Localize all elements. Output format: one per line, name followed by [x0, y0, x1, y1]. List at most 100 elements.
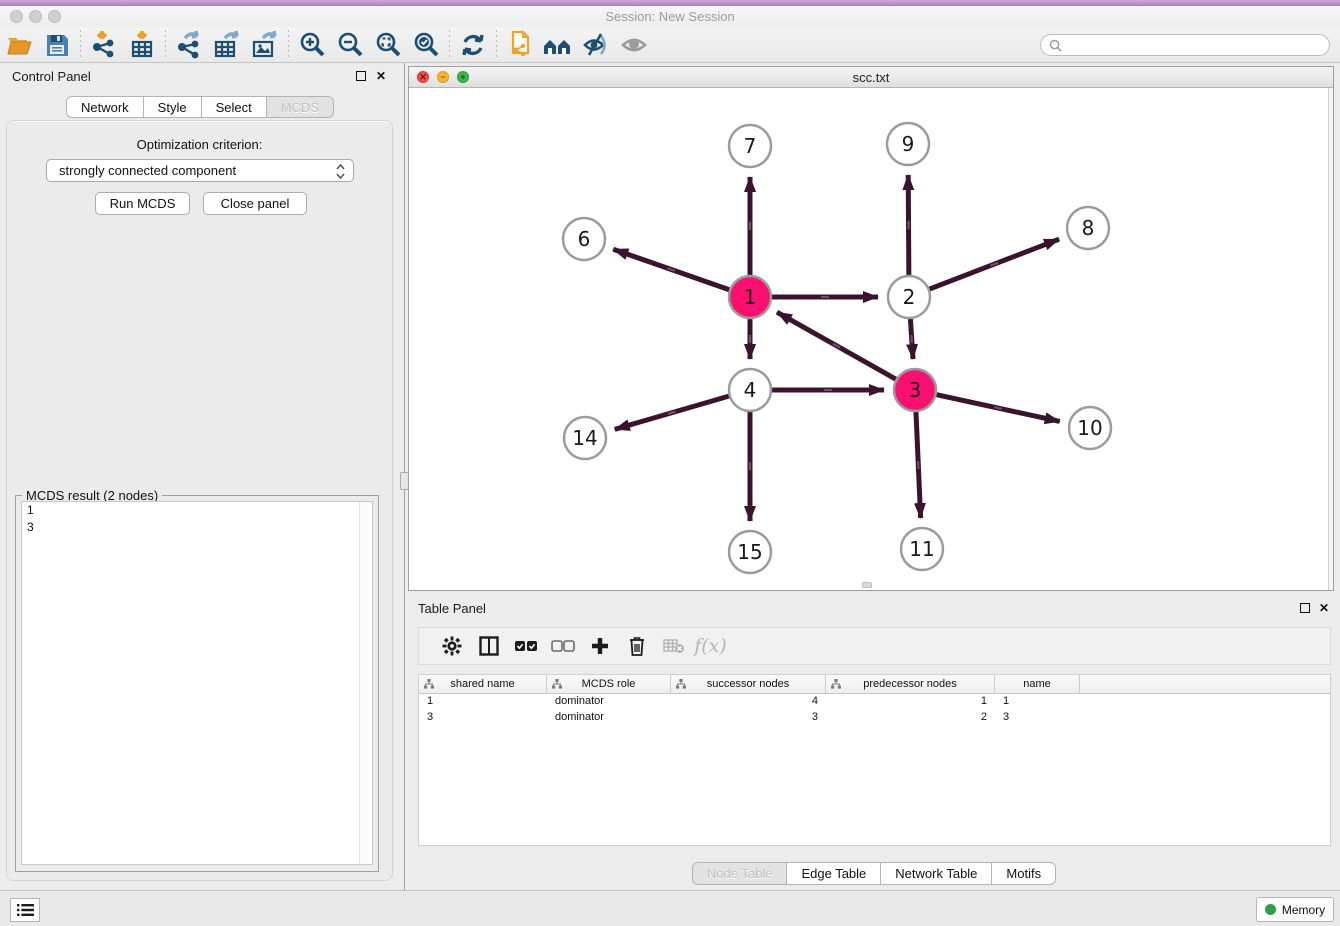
memory-status-dot [1265, 904, 1276, 915]
table-cell[interactable]: dominator [547, 694, 671, 710]
open-session-icon[interactable] [0, 29, 38, 61]
tab-motifs[interactable]: Motifs [991, 862, 1056, 885]
table-panel: Table Panel ✕ [408, 595, 1340, 888]
mcds-result-list[interactable]: 13 [21, 501, 373, 865]
graph-node-label-3: 3 [909, 378, 922, 402]
toolbar-separator [288, 30, 289, 60]
clone-network-icon[interactable] [501, 29, 539, 61]
status-bar: Memory [0, 890, 1340, 926]
tab-mcds[interactable]: MCDS [266, 96, 334, 118]
optimization-criterion-value: strongly connected component [59, 163, 236, 178]
column-header-shared-name[interactable]: shared name [419, 675, 547, 693]
optimization-criterion-label: Optimization criterion: [7, 137, 392, 152]
table-panel-title: Table Panel [418, 601, 486, 616]
table-row[interactable]: 1dominator411 [419, 694, 1330, 710]
tab-edge-table[interactable]: Edge Table [786, 862, 881, 885]
delete-column-icon[interactable] [618, 631, 655, 661]
apply-layout-icon[interactable] [454, 29, 492, 61]
graph-node-label-6: 6 [578, 227, 591, 251]
mcds-panel: Optimization criterion: strongly connect… [6, 120, 393, 881]
close-table-panel-icon[interactable]: ✕ [1317, 601, 1331, 615]
select-all-icon[interactable] [507, 631, 544, 661]
hide-details-icon[interactable] [577, 29, 615, 61]
list-icon [17, 903, 34, 917]
dropdown-stepper-icon [335, 163, 346, 180]
tab-style[interactable]: Style [143, 96, 202, 118]
control-panel-tabs: NetworkStyleSelectMCDS [0, 96, 400, 118]
toolbar-separator [165, 30, 166, 60]
graph-node-label-14: 14 [572, 426, 597, 450]
show-details-icon[interactable] [615, 29, 653, 61]
column-label: MCDS role [582, 678, 636, 690]
table-cell[interactable]: 3 [419, 710, 547, 726]
zoom-in-icon[interactable] [293, 29, 331, 61]
network-canvas[interactable]: 1234678910111415 [409, 88, 1333, 590]
deselect-all-icon[interactable] [544, 631, 581, 661]
application-window: Session: New Session [0, 0, 1340, 926]
result-line: 3 [22, 519, 372, 536]
search-input[interactable] [1062, 38, 1329, 52]
table-cell[interactable]: 1 [826, 694, 995, 710]
export-network-icon[interactable] [170, 29, 208, 61]
task-history-button[interactable] [10, 898, 40, 922]
import-table-icon[interactable] [123, 29, 161, 61]
delete-table-icon[interactable] [655, 631, 692, 661]
graph-node-label-1: 1 [744, 285, 757, 309]
mcds-result-group: MCDS result (2 nodes) 13 [15, 495, 379, 872]
zoom-fit-icon[interactable] [369, 29, 407, 61]
graph-node-label-10: 10 [1077, 416, 1102, 440]
tab-network[interactable]: Network [66, 96, 144, 118]
main-toolbar [0, 27, 1340, 63]
tab-network-table[interactable]: Network Table [880, 862, 992, 885]
column-label: name [1023, 678, 1051, 690]
table-cell[interactable]: 2 [826, 710, 995, 726]
table-cell[interactable]: 1 [419, 694, 547, 710]
column-header-successor-nodes[interactable]: successor nodes [671, 675, 826, 693]
network-view-window: ✕ − + scc.txt 1234678910111415 [408, 66, 1334, 591]
graph-node-label-7: 7 [744, 134, 757, 158]
close-panel-icon[interactable]: ✕ [374, 69, 388, 83]
column-header-MCDS-role[interactable]: MCDS role [547, 675, 671, 693]
zoom-selected-icon[interactable] [407, 29, 445, 61]
float-table-panel-icon[interactable] [1300, 603, 1310, 613]
first-neighbors-icon[interactable] [539, 29, 577, 61]
add-column-icon[interactable] [581, 631, 618, 661]
export-table-icon[interactable] [208, 29, 246, 61]
import-network-icon[interactable] [85, 29, 123, 61]
float-panel-icon[interactable] [356, 71, 366, 81]
graph-node-label-8: 8 [1082, 216, 1095, 240]
column-label: shared name [450, 678, 514, 690]
tab-select[interactable]: Select [201, 96, 267, 118]
column-settings-icon[interactable] [433, 631, 470, 661]
canvas-vscrollbar[interactable] [1328, 88, 1333, 590]
table-cell[interactable]: 3 [995, 710, 1080, 726]
tab-node-table[interactable]: Node Table [692, 862, 788, 885]
run-mcds-button[interactable]: Run MCDS [95, 192, 190, 215]
graph-node-label-11: 11 [909, 537, 934, 561]
search-icon [1049, 39, 1062, 52]
table-cell[interactable]: 3 [671, 710, 826, 726]
graph-node-label-15: 15 [737, 540, 762, 564]
column-header-predecessor-nodes[interactable]: predecessor nodes [826, 675, 995, 693]
table-cell[interactable]: 1 [995, 694, 1080, 710]
table-cell[interactable]: dominator [547, 710, 671, 726]
graph-node-label-2: 2 [903, 285, 916, 309]
table-cell[interactable]: 4 [671, 694, 826, 710]
canvas-hscrollbar-thumb[interactable] [862, 582, 872, 588]
zoom-out-icon[interactable] [331, 29, 369, 61]
node-table: shared name MCDS role successor nodes prede… [418, 674, 1331, 846]
column-header-name[interactable]: name [995, 675, 1080, 693]
table-row[interactable]: 3dominator323 [419, 710, 1330, 726]
memory-label: Memory [1282, 903, 1325, 917]
result-scrollbar[interactable] [359, 502, 372, 864]
optimization-criterion-select[interactable]: strongly connected component [46, 159, 354, 182]
table-mode-icon[interactable] [470, 631, 507, 661]
column-label: predecessor nodes [863, 678, 957, 690]
export-image-icon[interactable] [246, 29, 284, 61]
toolbar-separator [449, 30, 450, 60]
close-panel-button[interactable]: Close panel [203, 192, 307, 215]
memory-button[interactable]: Memory [1256, 897, 1334, 922]
function-builder-icon[interactable]: f(x) [692, 631, 729, 661]
save-session-icon[interactable] [38, 29, 76, 61]
panel-splitter[interactable] [402, 63, 407, 890]
